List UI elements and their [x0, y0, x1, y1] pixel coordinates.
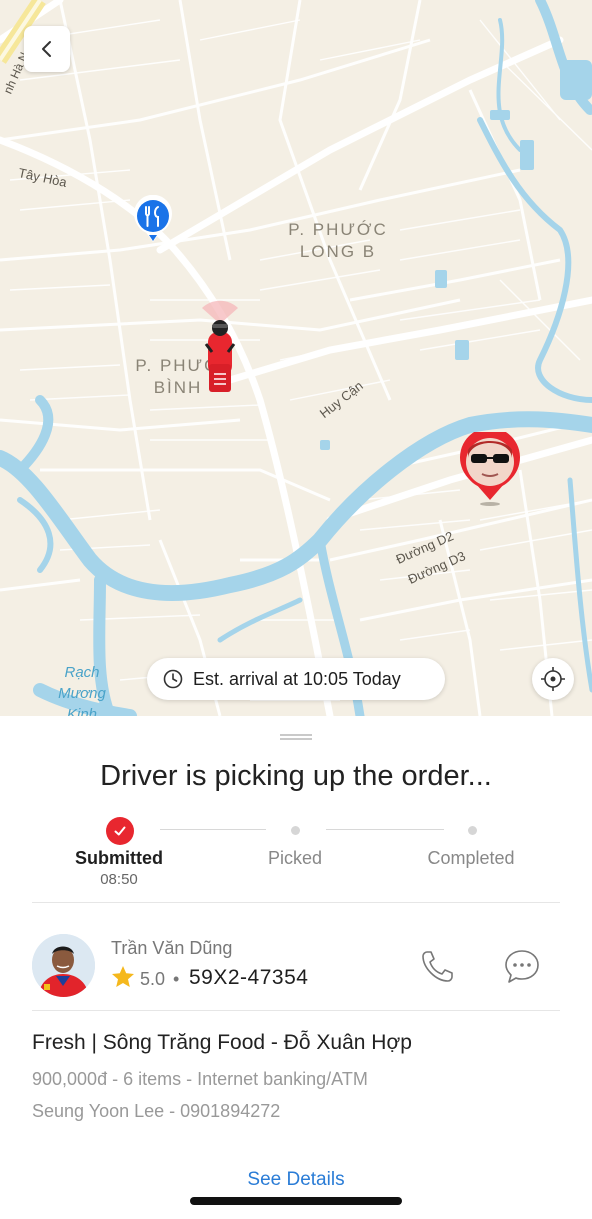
driver-rating: 5.0: [140, 969, 166, 989]
map-base-layer: [0, 0, 592, 716]
driver-info-row: Trần Văn Dũng 5.0 • 59X2-47354: [0, 924, 592, 1008]
step-connector: [326, 829, 444, 830]
divider: [32, 1010, 560, 1011]
driver-scooter-icon: [202, 300, 238, 392]
restaurant-fork-knife-icon[interactable]: [132, 195, 174, 243]
back-chevron-icon: [42, 41, 51, 57]
customer-location-pin-icon[interactable]: [458, 432, 522, 512]
locate-me-button[interactable]: [532, 658, 574, 700]
back-button[interactable]: [24, 26, 70, 72]
rating-separator: •: [173, 969, 180, 989]
checkmark-icon: [114, 826, 126, 836]
eta-text: Est. arrival at 10:05 Today: [193, 668, 401, 689]
map-view[interactable]: P. PHƯỚC LONG B P. PHƯỚ BÌNH Tây Hòa Huy C…: [0, 0, 592, 716]
step-completed-indicator: [468, 826, 477, 835]
phone-icon[interactable]: [418, 946, 458, 986]
step-picked-indicator: [291, 826, 300, 835]
driver-avatar: [32, 934, 95, 997]
sheet-drag-handle[interactable]: [280, 734, 312, 740]
step-label-submitted: Submitted: [75, 848, 163, 868]
see-details-link[interactable]: See Details: [0, 1169, 592, 1191]
eta-banner: Est. arrival at 10:05 Today: [147, 658, 445, 700]
order-status-title: Driver is picking up the order...: [100, 760, 492, 792]
home-indicator[interactable]: [190, 1197, 402, 1205]
step-label-picked: Picked: [267, 848, 323, 868]
customer-contact: Seung Yoon Lee - 0901894272: [32, 1101, 281, 1121]
chat-bubble-icon[interactable]: [502, 946, 542, 986]
order-summary: 900,000đ - 6 items - Internet banking/AT…: [32, 1069, 368, 1089]
step-time-submitted: 08:50: [100, 871, 138, 888]
star-icon: [112, 966, 134, 987]
vehicle-plate: 59X2-47354: [189, 966, 309, 989]
step-connector: [160, 829, 266, 830]
order-status-sheet: Driver is picking up the order... Submit…: [0, 716, 592, 1219]
step-label-completed: Completed: [427, 848, 515, 868]
water-label: Rạch Mương Kinh: [58, 664, 106, 716]
map-area-label: P. PHƯỚC LONG B: [288, 220, 388, 261]
driver-name: Trần Văn Dũng: [111, 938, 233, 958]
divider: [32, 902, 560, 903]
step-submitted-indicator: [106, 817, 134, 845]
clock-icon: [163, 669, 183, 689]
restaurant-name: Fresh | Sông Trăng Food - Đỗ Xuân Hợp: [32, 1031, 412, 1054]
locate-crosshair-icon: [541, 667, 565, 691]
